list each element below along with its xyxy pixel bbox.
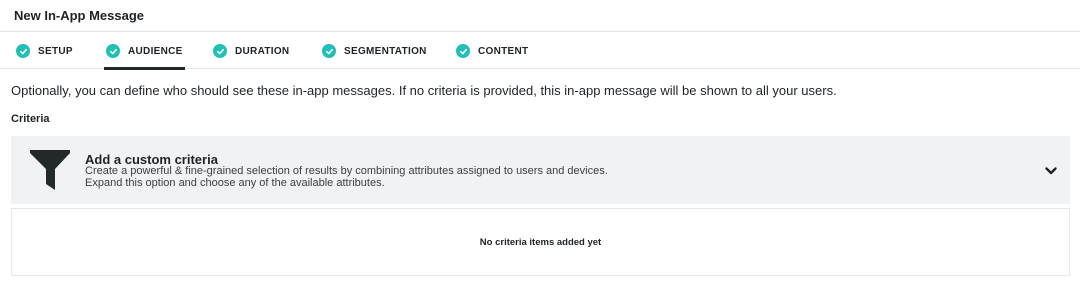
criteria-description-line: Expand this option and choose any of the… <box>85 177 385 189</box>
tab-label: AUDIENCE <box>128 45 183 57</box>
tab-label: CONTENT <box>478 45 529 57</box>
add-custom-criteria-panel[interactable]: Add a custom criteria Create a powerful … <box>11 136 1070 204</box>
chevron-down-icon[interactable] <box>1044 164 1058 178</box>
tab-label: SETUP <box>38 45 73 57</box>
page-title: New In-App Message <box>14 8 145 23</box>
tab-audience[interactable]: AUDIENCE <box>104 33 185 70</box>
criteria-heading: Criteria <box>11 113 50 125</box>
tab-setup[interactable]: SETUP <box>16 33 73 69</box>
tab-content[interactable]: CONTENT <box>456 33 528 69</box>
tab-label: SEGMENTATION <box>344 45 427 57</box>
intro-text: Optionally, you can define who should se… <box>11 83 837 98</box>
check-circle-icon <box>322 44 336 58</box>
tab-segmentation[interactable]: SEGMENTATION <box>322 33 427 69</box>
funnel-icon <box>30 150 70 190</box>
criteria-description-line: Create a powerful & fine-grained selecti… <box>85 165 608 177</box>
check-circle-icon <box>213 44 227 58</box>
empty-state-message: No criteria items added yet <box>479 236 602 248</box>
page-header: New In-App Message <box>0 0 1080 32</box>
criteria-items-list: No criteria items added yet <box>11 208 1070 276</box>
tab-duration[interactable]: DURATION <box>213 33 289 69</box>
wizard-tabs: SETUP AUDIENCE DURATION SEGMENTATION CON… <box>0 33 1080 70</box>
check-circle-icon <box>106 44 120 58</box>
check-circle-icon <box>16 44 30 58</box>
check-circle-icon <box>456 44 470 58</box>
tab-label: DURATION <box>235 45 290 57</box>
criteria-panel-description: Create a powerful & fine-grained selecti… <box>85 165 985 189</box>
